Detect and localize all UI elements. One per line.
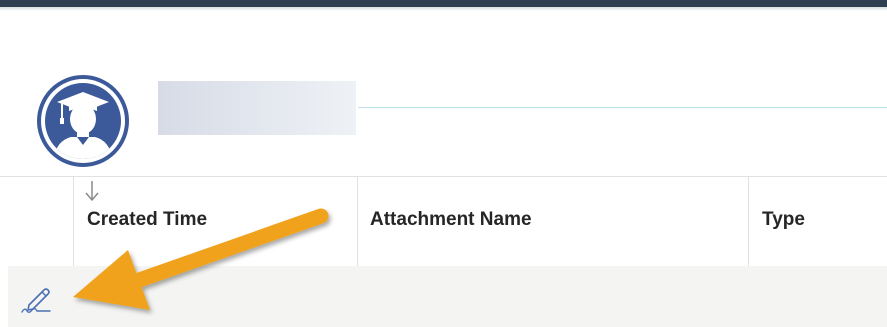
sort-arrow-down-icon[interactable]: [84, 180, 100, 202]
attachments-page: Created Time Attachment Name Type: [0, 0, 887, 327]
graduate-avatar-icon: [37, 75, 129, 167]
table-row[interactable]: [8, 266, 887, 327]
column-header-attachment-name[interactable]: Attachment Name: [370, 209, 532, 231]
top-bar-shadow: [0, 7, 887, 11]
header-divider: [358, 107, 887, 108]
column-separator: [357, 177, 358, 267]
column-header-created-time[interactable]: Created Time: [87, 209, 207, 231]
column-separator: [73, 177, 74, 267]
table-top-border: [0, 176, 887, 177]
signature-pen-icon[interactable]: [20, 285, 54, 315]
column-header-type[interactable]: Type: [762, 209, 805, 231]
window-top-bar: [0, 0, 887, 7]
user-name-redacted: [158, 81, 356, 135]
column-separator: [748, 177, 749, 267]
